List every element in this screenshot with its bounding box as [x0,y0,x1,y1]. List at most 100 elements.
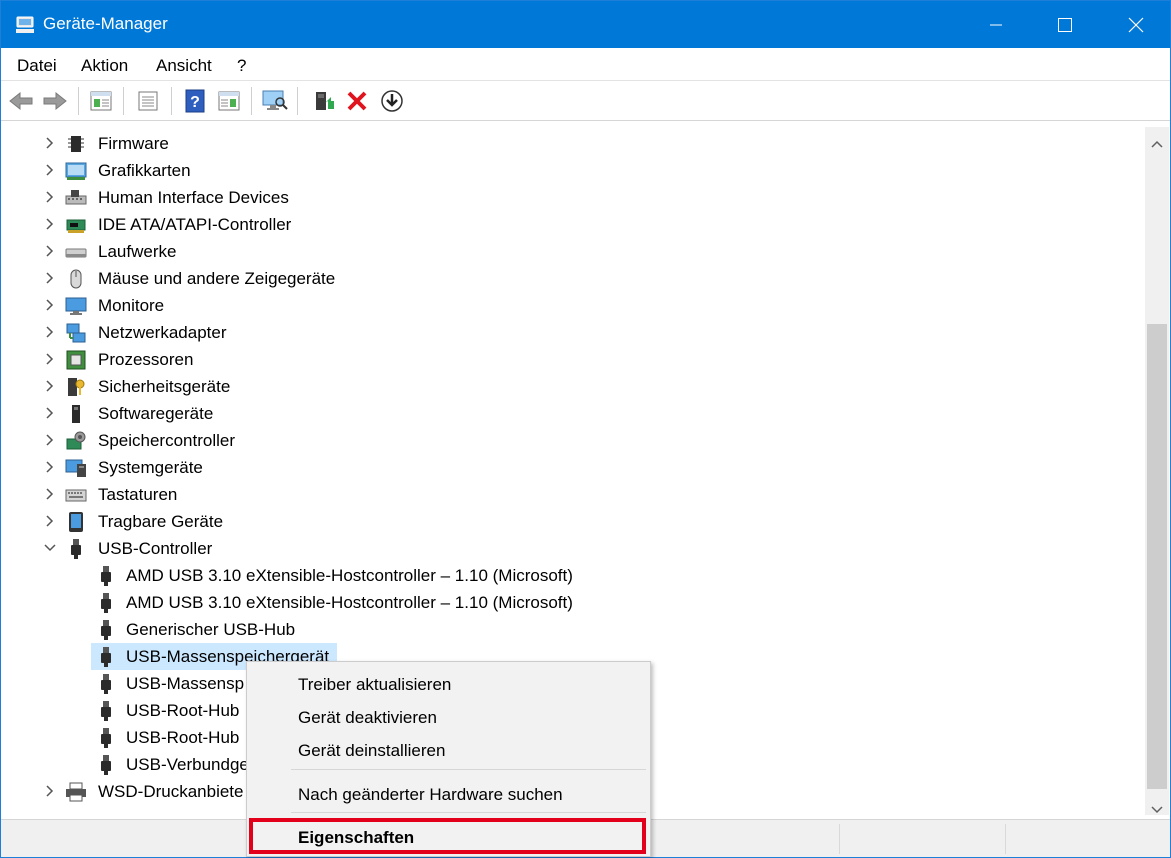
menu-item-update-driver[interactable]: Treiber aktualisieren [247,668,650,701]
chevron-right-icon[interactable] [43,432,57,448]
usb-icon [95,700,117,722]
chevron-right-icon[interactable] [43,243,57,259]
forward-icon[interactable] [41,88,69,114]
tree-item-label: Generischer USB-Hub [126,620,296,639]
menu-item-label: Gerät deaktivieren [298,708,437,727]
tree-category-monitore[interactable]: Monitore [5,292,1145,319]
tree-category-softwaregeräte[interactable]: Softwaregeräte [5,400,1145,427]
chevron-right-icon[interactable] [43,270,57,286]
tree-device-generischer-usb-hub[interactable]: Generischer USB-Hub [5,616,1145,643]
scan-hardware-icon[interactable] [261,88,289,114]
menu-item-disable-device[interactable]: Gerät deaktivieren [247,701,650,734]
tree-category-netzwerkadapter[interactable]: Netzwerkadapter [5,319,1145,346]
chevron-right-icon[interactable] [43,513,57,529]
device-manager-app-icon [15,15,35,35]
svg-text:?: ? [190,94,200,111]
tree-device-amd-usb-3-10-extensible-hostcontroller-1-10-microsoft[interactable]: AMD USB 3.10 eXtensible-Hostcontroller –… [5,589,1145,616]
tree-item-label: Mäuse und andere Zeigegeräte [98,269,336,288]
tree-category-prozessoren[interactable]: Prozessoren [5,346,1145,373]
firmware-icon [65,133,87,155]
back-icon[interactable] [7,88,35,114]
scroll-down-arrow-icon[interactable] [1151,799,1163,819]
maximize-button[interactable] [1042,1,1088,48]
tree-item-label: WSD-Druckanbiete [98,782,244,801]
chevron-right-icon[interactable] [43,297,57,313]
software-device-icon [65,403,87,425]
chevron-down-icon[interactable] [43,540,57,556]
usb-icon [95,619,117,641]
tree-item-label: Tragbare Geräte [98,512,224,531]
properties-highlight-box [249,818,646,854]
tree-item-label: Monitore [98,296,165,315]
scroll-up-arrow-icon[interactable] [1151,133,1163,153]
tree-item-label: Sicherheitsgeräte [98,377,231,396]
menu-aktion[interactable]: Aktion [81,56,128,76]
tree-item-label: USB-Root-Hub [126,701,240,720]
tree-device-amd-usb-3-10-extensible-hostcontroller-1-10-microsoft[interactable]: AMD USB 3.10 eXtensible-Hostcontroller –… [5,562,1145,589]
download-icon[interactable] [378,88,406,114]
minimize-button[interactable] [973,1,1019,48]
tree-category-usb-controller[interactable]: USB-Controller [5,535,1145,562]
context-menu: Treiber aktualisieren Gerät deaktivieren… [246,661,651,857]
menu-datei[interactable]: Datei [17,56,57,76]
properties-icon[interactable] [134,88,162,114]
menu-item-uninstall-device[interactable]: Gerät deinstallieren [247,734,650,767]
window-title: Geräte-Manager [43,14,168,33]
scrollbar-thumb[interactable] [1147,324,1167,789]
usb-icon [95,646,117,668]
menu-ansicht[interactable]: Ansicht [156,56,212,76]
tree-item-label: Systemgeräte [98,458,203,477]
chevron-right-icon[interactable] [43,459,57,475]
chevron-right-icon[interactable] [43,189,57,205]
menu-item-label: Gerät deinstallieren [298,741,446,760]
menu-item-scan-hardware[interactable]: Nach geänderter Hardware suchen [247,778,650,811]
tree-category-systemgeräte[interactable]: Systemgeräte [5,454,1145,481]
tree-item-label: Netzwerkadapter [98,323,227,342]
action-pane-icon[interactable] [215,88,243,114]
chevron-right-icon[interactable] [43,378,57,394]
usb-icon [65,538,87,560]
title-bar[interactable]: Geräte-Manager [1,1,1170,48]
tree-item-label: Tastaturen [98,485,178,504]
device-manager-window: Geräte-Manager Datei Aktion Ansicht ? ? … [0,0,1171,858]
monitor-icon [65,295,87,317]
tree-category-sicherheitsgeräte[interactable]: Sicherheitsgeräte [5,373,1145,400]
chevron-right-icon[interactable] [43,783,57,799]
tree-category-speichercontroller[interactable]: Speichercontroller [5,427,1145,454]
usb-icon [95,592,117,614]
tree-item-label: Prozessoren [98,350,194,369]
ide-controller-icon [65,214,87,236]
tree-category-mäuse-und-andere-zeigegeräte[interactable]: Mäuse und andere Zeigegeräte [5,265,1145,292]
toolbar: ? [1,81,1170,121]
update-driver-icon[interactable] [309,88,337,114]
console-tree-icon[interactable] [87,88,115,114]
tree-category-laufwerke[interactable]: Laufwerke [5,238,1145,265]
tree-category-human-interface-devices[interactable]: Human Interface Devices [5,184,1145,211]
menu-help[interactable]: ? [237,56,246,76]
usb-icon [95,673,117,695]
tree-item-label: AMD USB 3.10 eXtensible-Hostcontroller –… [126,593,573,612]
security-device-icon [65,376,87,398]
tree-category-ide-ata-atapi-controller[interactable]: IDE ATA/ATAPI-Controller [5,211,1145,238]
tree-category-tastaturen[interactable]: Tastaturen [5,481,1145,508]
disk-drive-icon [65,241,87,263]
tree-category-tragbare-geräte[interactable]: Tragbare Geräte [5,508,1145,535]
processor-icon [65,349,87,371]
chevron-right-icon[interactable] [43,162,57,178]
menu-separator [291,812,646,813]
chevron-right-icon[interactable] [43,216,57,232]
chevron-right-icon[interactable] [43,486,57,502]
hid-icon [65,187,87,209]
tree-category-firmware[interactable]: Firmware [5,130,1145,157]
uninstall-icon[interactable] [343,88,371,114]
vertical-scrollbar[interactable] [1145,127,1169,815]
menu-bar: Datei Aktion Ansicht ? [1,48,1170,81]
close-button[interactable] [1113,1,1159,48]
chevron-right-icon[interactable] [43,351,57,367]
tree-category-grafikkarten[interactable]: Grafikkarten [5,157,1145,184]
chevron-right-icon[interactable] [43,324,57,340]
chevron-right-icon[interactable] [43,135,57,151]
help-icon[interactable]: ? [181,88,209,114]
chevron-right-icon[interactable] [43,405,57,421]
tree-item-label: USB-Controller [98,539,213,558]
